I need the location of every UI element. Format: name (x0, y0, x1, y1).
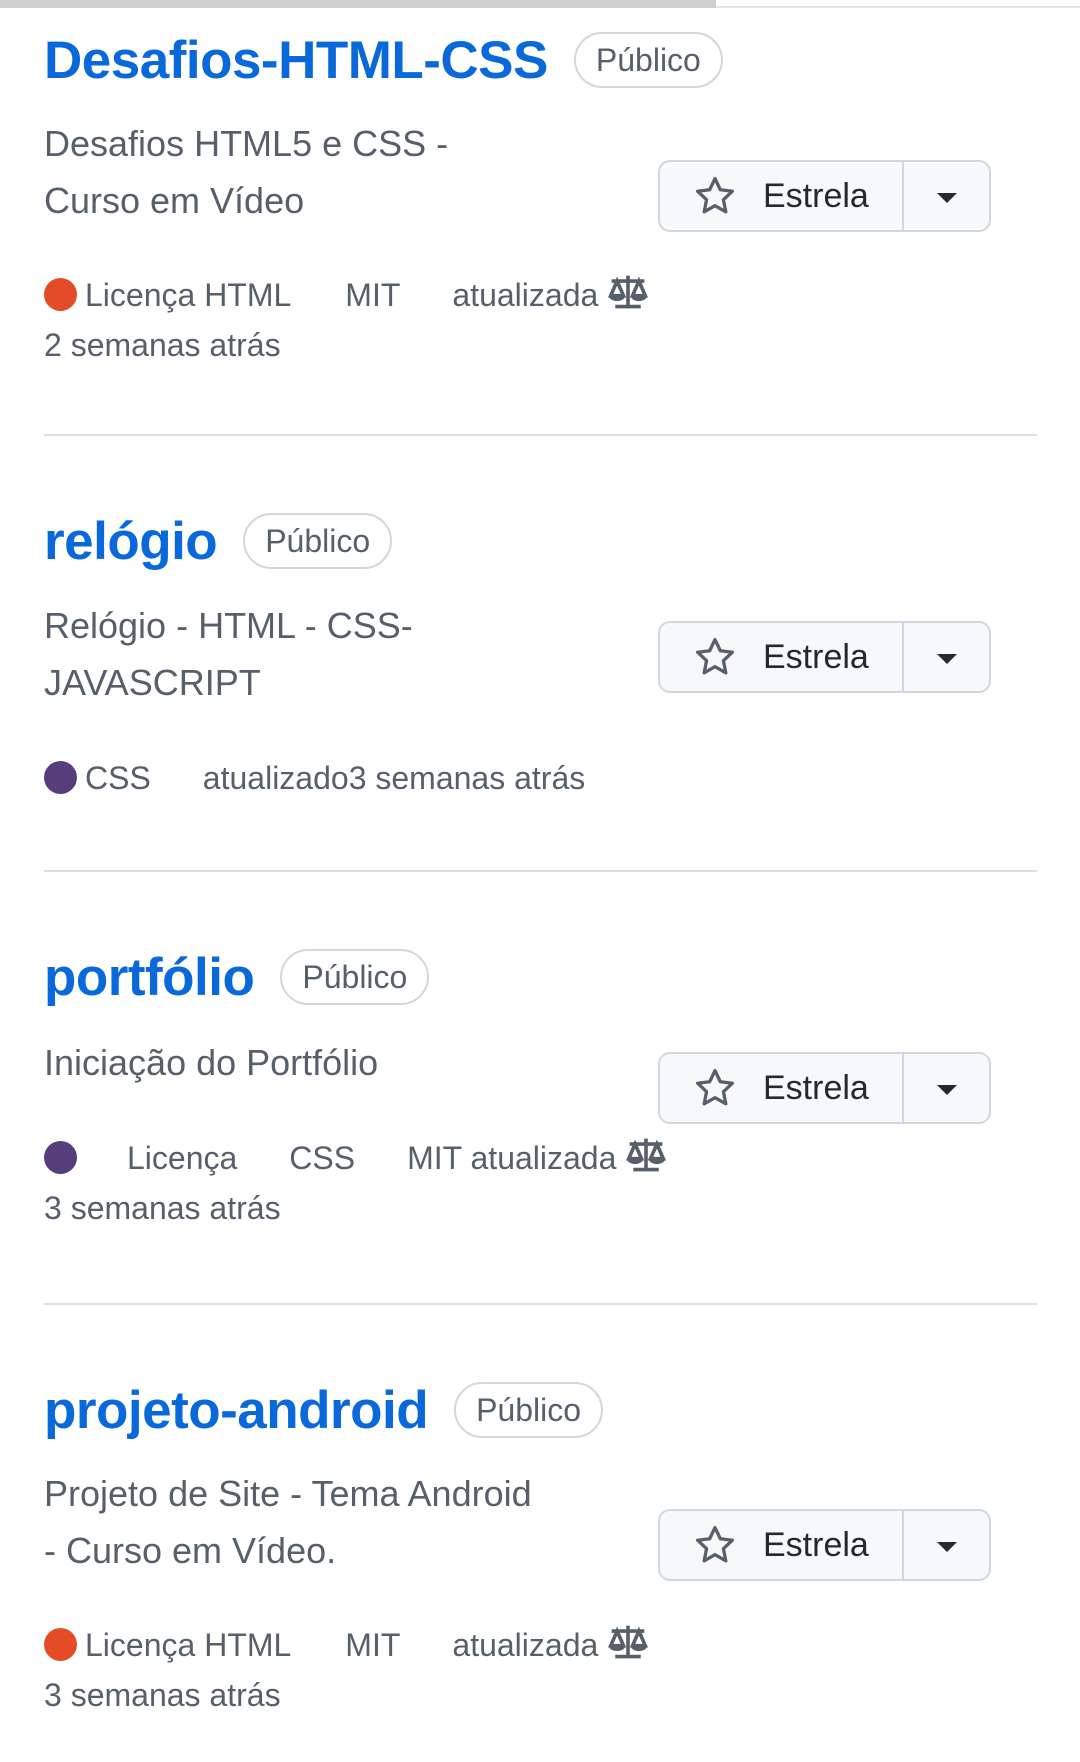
meta-license: MIT (345, 1627, 401, 1663)
star-list-dropdown[interactable] (904, 623, 989, 691)
description-line: Projeto de Site - Tema Android (44, 1473, 532, 1514)
repo-item: portfólio Público (44, 942, 1037, 1012)
meta-updated: MIT atualizada (407, 1140, 617, 1176)
meta-updated: atualizado3 semanas atrás (202, 760, 586, 796)
star-button[interactable]: Estrela (660, 1054, 904, 1122)
description-line: Curso em Vídeo (44, 180, 305, 221)
star-label: Estrela (763, 176, 869, 215)
star-button[interactable]: Estrela (660, 162, 904, 230)
repo-divider (44, 870, 1037, 872)
description-line: Desafios HTML5 e CSS - (44, 123, 449, 164)
meta-updated: atualizada (452, 1627, 599, 1663)
meta-license-word: Licença (127, 1140, 238, 1176)
visibility-badge: Público (573, 32, 723, 88)
description-line: Iniciação do Portfólio (44, 1042, 379, 1083)
meta-time: 3 semanas atrás (44, 1190, 281, 1226)
visibility-badge: Público (280, 949, 430, 1005)
progress-fill (0, 0, 716, 8)
language-color-dot (44, 1141, 77, 1174)
star-button[interactable]: Estrela (660, 1511, 904, 1579)
meta-updated: atualizada (452, 277, 599, 313)
star-icon (695, 1068, 735, 1106)
repo-title-row: relógio Público (44, 506, 1037, 576)
progress-track-line (716, 6, 1080, 8)
law-icon (626, 1138, 667, 1172)
star-button-group: Estrela (658, 1052, 991, 1124)
meta-language: Licença HTML (85, 277, 292, 313)
repo-name-link[interactable]: portfólio (44, 947, 255, 1008)
law-icon (608, 1625, 649, 1659)
repo-meta: CSS atualizado3 semanas atrás (44, 753, 684, 803)
star-icon (695, 176, 735, 214)
language-color-dot (44, 761, 77, 794)
repo-title-row: Desafios-HTML-CSS Público (44, 25, 1037, 95)
caret-down-icon (936, 654, 957, 664)
page-load-progress (0, 0, 1080, 8)
star-list-dropdown[interactable] (904, 162, 989, 230)
visibility-badge: Público (454, 1382, 604, 1438)
repo-title-row: portfólio Público (44, 942, 1037, 1012)
repo-description: Projeto de Site - Tema Android - Curso e… (44, 1465, 624, 1579)
repo-name-link[interactable]: Desafios-HTML-CSS (44, 30, 548, 91)
repo-name-link[interactable]: relógio (44, 511, 218, 572)
star-label: Estrela (763, 1068, 869, 1107)
repo-meta: Licença HTML MIT atualizada 2 semanas atrá… (44, 270, 684, 370)
repo-description: Iniciação do Portfólio (44, 1034, 514, 1091)
star-button-group: Estrela (658, 160, 991, 232)
repo-item: Desafios-HTML-CSS Público (44, 25, 1037, 95)
repo-meta: Licença HTML MIT atualizada 3 semanas atrá… (44, 1620, 684, 1720)
star-label: Estrela (763, 1525, 869, 1564)
star-button[interactable]: Estrela (660, 623, 904, 691)
repo-name-link[interactable]: projeto-android (44, 1380, 429, 1441)
description-line: JAVASCRIPT (44, 662, 261, 703)
repo-item: projeto-android Público (44, 1375, 1037, 1445)
meta-language: CSS (85, 760, 151, 796)
caret-down-icon (936, 1542, 957, 1552)
repo-description: Relógio - HTML - CSS- JAVASCRIPT (44, 597, 514, 711)
language-color-dot (44, 278, 77, 311)
star-list-dropdown[interactable] (904, 1054, 989, 1122)
meta-language: CSS (289, 1140, 356, 1176)
meta-time: 2 semanas atrás (44, 327, 281, 363)
repo-divider (44, 1303, 1037, 1305)
meta-language: Licença HTML (85, 1627, 292, 1663)
repo-description: Desafios HTML5 e CSS - Curso em Vídeo (44, 115, 514, 229)
description-line: - Curso em Vídeo. (44, 1530, 337, 1571)
star-label: Estrela (763, 637, 869, 676)
meta-time: 3 semanas atrás (44, 1677, 281, 1713)
star-button-group: Estrela (658, 621, 991, 693)
star-button-group: Estrela (658, 1509, 991, 1581)
star-icon (695, 1525, 735, 1563)
visibility-badge: Público (243, 513, 393, 569)
language-color-dot (44, 1628, 77, 1661)
repo-item: relógio Público (44, 506, 1037, 576)
star-list-dropdown[interactable] (904, 1511, 989, 1579)
caret-down-icon (936, 1085, 957, 1095)
repo-divider (44, 434, 1037, 436)
star-icon (695, 637, 735, 675)
description-line: Relógio - HTML - CSS- (44, 605, 413, 646)
repo-meta: Licença CSS MIT atualizada 3 semanas atrás (44, 1133, 684, 1233)
repo-title-row: projeto-android Público (44, 1375, 1037, 1445)
caret-down-icon (936, 193, 957, 203)
meta-license: MIT (345, 277, 401, 313)
law-icon (608, 275, 649, 309)
